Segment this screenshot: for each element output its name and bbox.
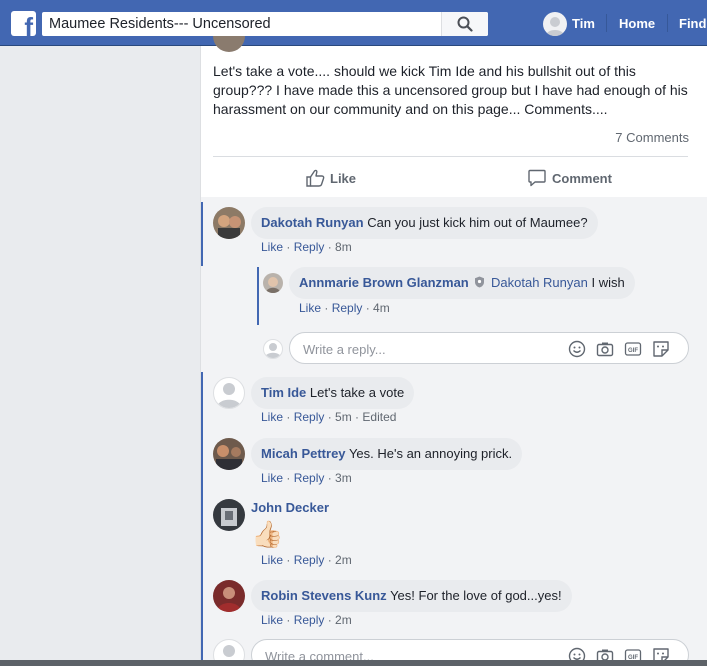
comment-text: Yes! For the love of god...yes! [390,588,562,603]
reply-bubble: Annmarie Brown Glanzman Dakotah Runyan I… [289,267,635,299]
gif-icon[interactable]: GIF [624,340,642,358]
comment-bubble: Robin Stevens Kunz Yes! For the love of … [251,580,572,612]
reply-input[interactable]: Write a reply... GIF [289,332,689,364]
comment-like-link[interactable]: Like [261,553,283,567]
comment-meta: Like · Reply · 8m [261,240,352,254]
search-button[interactable] [441,12,488,36]
search-value[interactable]: Maumee Residents--- Uncensored [49,16,271,32]
nav-divider [667,14,668,32]
comment-text: Yes. He's an annoying prick. [348,446,513,461]
comment-text: Let's take a vote [309,385,405,400]
reply-tagged-user[interactable]: Dakotah Runyan [491,275,588,290]
comment-author[interactable]: Micah Pettrey [261,446,346,461]
comments-count-link[interactable]: 7 Comments [615,130,689,145]
avatar-dakotah[interactable] [213,207,245,239]
comment-time[interactable]: 5m [335,410,352,424]
user-avatar[interactable] [543,12,567,36]
top-bar: f Maumee Residents--- Uncensored Tim Hom… [0,0,707,46]
comment-meta: Like · Reply · 2m [261,613,352,627]
post-card: Let's take a vote.... should we kick Tim… [200,36,707,666]
nav-find-friends-link[interactable]: Find [679,16,706,31]
comment-like-link[interactable]: Like [261,471,283,485]
comment-author[interactable]: John Decker [251,500,329,515]
thread-indicator [201,202,203,266]
comment-reply-link[interactable]: Reply [294,613,325,627]
comment-author[interactable]: Dakotah Runyan [261,215,364,230]
comment-text: Can you just kick him out of Maumee? [367,215,588,230]
search-icon [457,16,473,32]
comment-time[interactable]: 8m [335,240,352,254]
emoji-icon[interactable] [568,340,586,358]
reply-thread-indicator [257,267,259,325]
nav-user-name[interactable]: Tim [572,16,595,31]
reply-meta: Like · Reply · 4m [299,301,390,315]
search-input[interactable]: Maumee Residents--- Uncensored [42,12,488,36]
comment-meta: Like · Reply · 5m · Edited [261,410,397,424]
reply-reply-link[interactable]: Reply [332,301,363,315]
comment-icon [528,169,546,187]
comment-bubble: Tim Ide Let's take a vote [251,377,415,409]
camera-icon[interactable] [596,340,614,358]
comment-author[interactable]: Robin Stevens Kunz [261,588,387,603]
comment-reply-link[interactable]: Reply [294,471,325,485]
facebook-logo-icon[interactable]: f [11,11,36,36]
sticker-icon[interactable] [652,340,670,358]
comment-time[interactable]: 2m [335,613,352,627]
comment-reply-link[interactable]: Reply [294,553,325,567]
avatar-john-decker[interactable] [213,499,245,531]
admin-shield-icon [475,276,485,288]
reply-text: I wish [591,275,625,290]
reply-placeholder: Write a reply... [303,342,386,357]
comment-reply-link[interactable]: Reply [294,240,325,254]
comment-time[interactable]: 3m [335,471,352,485]
comment-like-link[interactable]: Like [261,240,283,254]
comment-like-link[interactable]: Like [261,613,283,627]
avatar-micah[interactable] [213,438,245,470]
like-button[interactable]: Like [306,168,366,190]
post-author-avatar[interactable] [213,36,245,52]
thumbs-up-icon [306,169,325,187]
reply-time[interactable]: 4m [373,301,390,315]
nav-home-link[interactable]: Home [619,16,655,31]
reply-author[interactable]: Annmarie Brown Glanzman [299,275,469,290]
comment-time[interactable]: 2m [335,553,352,567]
comment-like-link[interactable]: Like [261,410,283,424]
reply-user-avatar [263,339,283,359]
thumbs-up-emoji-icon: 👍🏻 [251,519,284,549]
comment-edited-label[interactable]: Edited [362,410,396,424]
window-bottom-edge [0,660,707,666]
comment-button[interactable]: Comment [528,168,623,190]
thread-indicator [201,372,203,666]
comments-section: Dakotah Runyan Can you just kick him out… [201,197,707,666]
comment-meta: Like · Reply · 3m [261,471,352,485]
comment-bubble: Dakotah Runyan Can you just kick him out… [251,207,598,239]
comment-bubble: Micah Pettrey Yes. He's an annoying pric… [251,438,523,470]
reply-like-link[interactable]: Like [299,301,321,315]
comment-reply-link[interactable]: Reply [294,410,325,424]
avatar-robin[interactable] [213,580,245,612]
avatar-tim-ide[interactable] [213,377,245,409]
comment-label: Comment [552,171,612,186]
divider [213,156,688,157]
post-text: Let's take a vote.... should we kick Tim… [213,63,688,117]
nav-divider [606,14,607,32]
like-label: Like [330,171,357,186]
comment-author[interactable]: Tim Ide [261,385,306,400]
avatar-annmarie[interactable] [263,273,283,293]
svg-text:GIF: GIF [628,348,638,354]
comment-meta: Like · Reply · 2m [261,553,352,567]
